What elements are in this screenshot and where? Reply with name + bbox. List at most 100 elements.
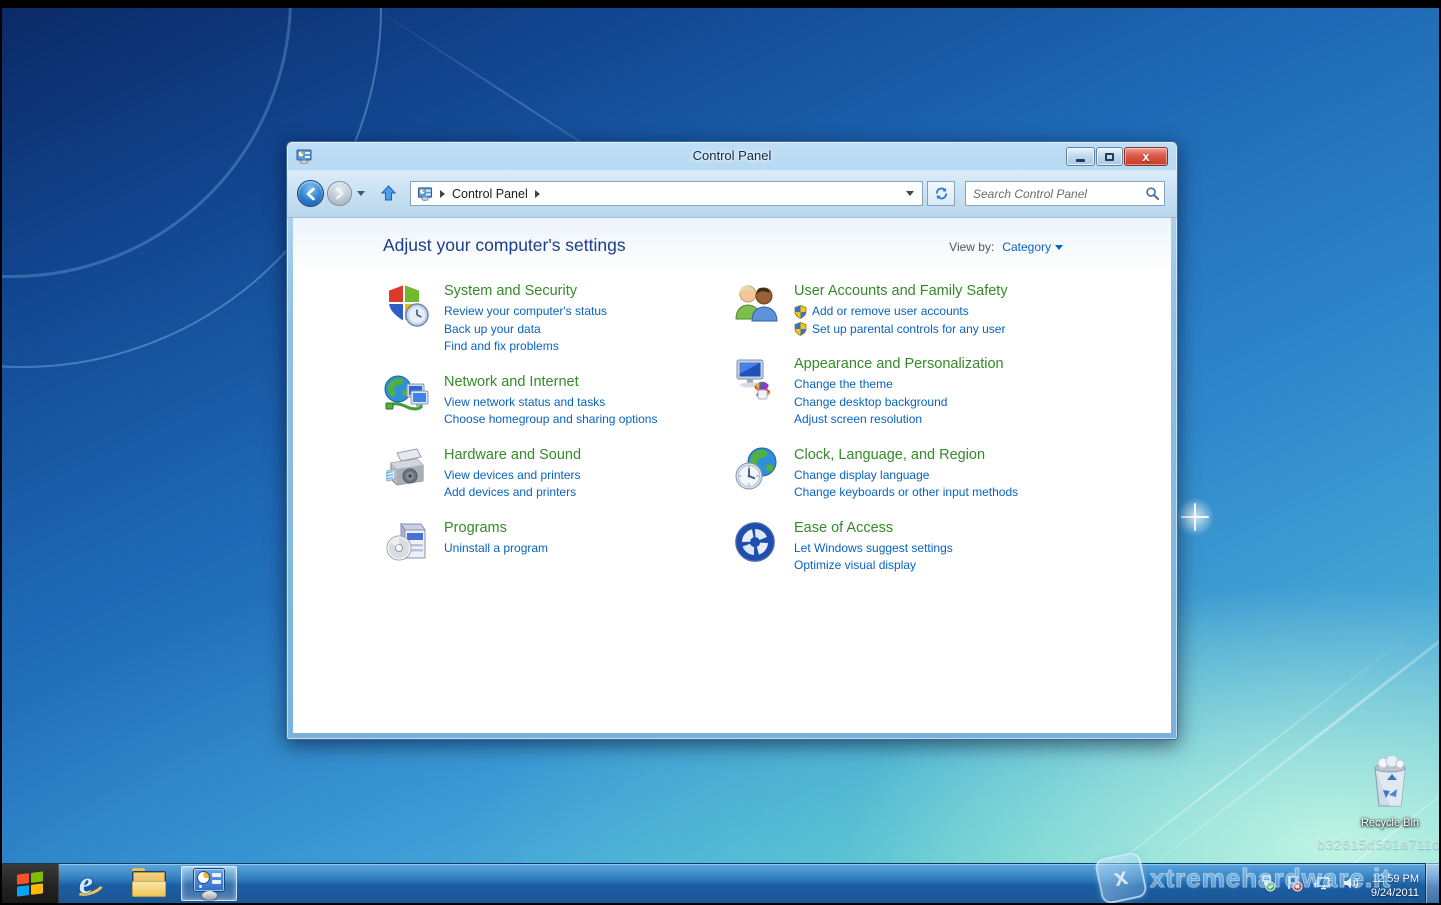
task-link[interactable]: Review your computer's status: [444, 303, 607, 321]
task-link[interactable]: Back up your data: [444, 321, 607, 339]
category-title[interactable]: Clock, Language, and Region: [794, 447, 1018, 463]
category-ease-of-access: Ease of Access Let Windows suggest setti…: [733, 517, 1153, 575]
desktop: b32615d501a711d0 Recycle Bin: [2, 8, 1439, 903]
category-title[interactable]: Hardware and Sound: [444, 447, 581, 463]
task-link[interactable]: View devices and printers: [444, 467, 581, 485]
category-appearance: Appearance and Personalization Change th…: [733, 353, 1153, 429]
windows-logo-icon: [17, 871, 43, 896]
taskbar: e: [2, 863, 1439, 903]
breadcrumb[interactable]: Control Panel: [452, 187, 528, 201]
search-box[interactable]: [965, 181, 1165, 206]
category-title[interactable]: System and Security: [444, 283, 607, 299]
breadcrumb-chevron-icon[interactable]: [440, 190, 445, 198]
task-link[interactable]: Adjust screen resolution: [794, 411, 1004, 429]
breadcrumb-chevron-icon[interactable]: [535, 190, 540, 198]
network-globe-icon[interactable]: [383, 372, 431, 420]
maximize-button[interactable]: [1096, 147, 1123, 166]
task-link[interactable]: View network status and tasks: [444, 394, 657, 412]
taskbar-file-explorer[interactable]: [121, 864, 177, 903]
task-link[interactable]: Uninstall a program: [444, 540, 548, 558]
wallpaper-arc: [2, 8, 292, 278]
internet-explorer-icon: e: [72, 868, 106, 900]
wallpaper-sparkle: [1180, 502, 1210, 532]
task-link[interactable]: Let Windows suggest settings: [794, 540, 953, 558]
back-arrow-icon: [304, 187, 318, 201]
clock-globe-icon[interactable]: [733, 445, 781, 493]
uac-shield-icon: [794, 322, 807, 336]
category-title[interactable]: Appearance and Personalization: [794, 356, 1004, 372]
search-input[interactable]: [973, 187, 1145, 201]
minimize-icon: [1076, 159, 1085, 162]
title-bar[interactable]: Control Panel x: [287, 142, 1177, 170]
uac-shield-icon: [794, 305, 807, 319]
forward-arrow-icon: [333, 187, 346, 200]
page-title: Adjust your computer's settings: [383, 235, 626, 256]
task-link[interactable]: Change display language: [794, 467, 1018, 485]
taskbar-control-panel-active[interactable]: [181, 866, 237, 901]
folder-icon: [132, 871, 166, 897]
back-button[interactable]: [297, 180, 324, 207]
search-icon[interactable]: [1145, 186, 1160, 201]
view-by-value[interactable]: Category: [1002, 240, 1051, 254]
volume-icon[interactable]: [1341, 874, 1361, 892]
close-button[interactable]: x: [1124, 147, 1168, 166]
window-title: Control Panel: [287, 142, 1177, 170]
category-title[interactable]: User Accounts and Family Safety: [794, 283, 1008, 299]
close-icon: x: [1142, 148, 1149, 165]
task-link[interactable]: Choose homegroup and sharing options: [444, 411, 657, 429]
category-system-and-security: System and Security Review your computer…: [383, 280, 723, 356]
category-programs: Programs Uninstall a program: [383, 517, 723, 566]
network-icon[interactable]: [1312, 874, 1332, 892]
recycle-bin-icon[interactable]: [1367, 797, 1413, 814]
clock-date: 9/24/2011: [1371, 886, 1419, 900]
security-shield-icon[interactable]: [383, 281, 431, 329]
task-link[interactable]: Optimize visual display: [794, 557, 953, 575]
clock-time: 12:59 PM: [1371, 872, 1419, 886]
up-arrow-icon: [379, 184, 398, 203]
category-clock-language-region: Clock, Language, and Region Change displ…: [733, 444, 1153, 502]
category-network-and-internet: Network and Internet View network status…: [383, 371, 723, 429]
address-location-icon: [417, 186, 433, 201]
recycle-bin-label: Recycle Bin: [1354, 817, 1426, 829]
category-title[interactable]: Ease of Access: [794, 520, 953, 536]
task-link[interactable]: Change the theme: [794, 376, 1004, 394]
program-box-icon[interactable]: [383, 518, 431, 566]
personalization-icon[interactable]: [733, 354, 781, 402]
task-link-with-shield[interactable]: Set up parental controls for any user: [794, 321, 1008, 339]
minimize-button[interactable]: [1066, 147, 1095, 166]
ease-of-access-icon[interactable]: [733, 518, 781, 566]
control-panel-icon: [192, 869, 226, 899]
task-link[interactable]: Change keyboards or other input methods: [794, 484, 1018, 502]
category-title[interactable]: Programs: [444, 520, 548, 536]
control-panel-window: Control Panel x: [286, 141, 1178, 740]
usb-safely-remove-icon[interactable]: [1258, 874, 1276, 892]
task-link[interactable]: Change desktop background: [794, 394, 1004, 412]
category-user-accounts: User Accounts and Family Safety: [733, 280, 1153, 338]
taskbar-internet-explorer[interactable]: e: [61, 864, 117, 903]
task-link[interactable]: Add devices and printers: [444, 484, 581, 502]
forward-button[interactable]: [327, 181, 352, 206]
refresh-icon: [934, 186, 949, 201]
category-title[interactable]: Network and Internet: [444, 374, 657, 390]
control-panel-content: Adjust your computer's settings View by:…: [293, 218, 1171, 733]
view-by-chevron-icon[interactable]: [1055, 245, 1063, 250]
window-icon: [296, 148, 312, 169]
maximize-icon: [1105, 153, 1114, 161]
printer-icon[interactable]: [383, 445, 431, 493]
recent-pages-chevron-icon[interactable]: [357, 191, 365, 196]
task-link-with-shield[interactable]: Add or remove user accounts: [794, 303, 1008, 321]
taskbar-clock[interactable]: 12:59 PM 9/24/2011: [1371, 867, 1419, 900]
start-button[interactable]: [2, 864, 59, 903]
users-icon[interactable]: [733, 281, 781, 329]
build-watermark: b32615d501a711d0: [1317, 836, 1439, 852]
up-button[interactable]: [379, 184, 398, 203]
action-center-flag-icon[interactable]: [1285, 874, 1303, 892]
task-link[interactable]: Find and fix problems: [444, 338, 607, 356]
recycle-bin[interactable]: Recycle Bin: [1354, 756, 1426, 829]
system-tray: 12:59 PM 9/24/2011: [1258, 863, 1419, 903]
refresh-button[interactable]: [927, 181, 955, 206]
address-dropdown-icon[interactable]: [906, 191, 914, 196]
address-bar[interactable]: Control Panel: [410, 181, 923, 206]
category-hardware-and-sound: Hardware and Sound View devices and prin…: [383, 444, 723, 502]
show-desktop-button[interactable]: [1425, 863, 1439, 903]
